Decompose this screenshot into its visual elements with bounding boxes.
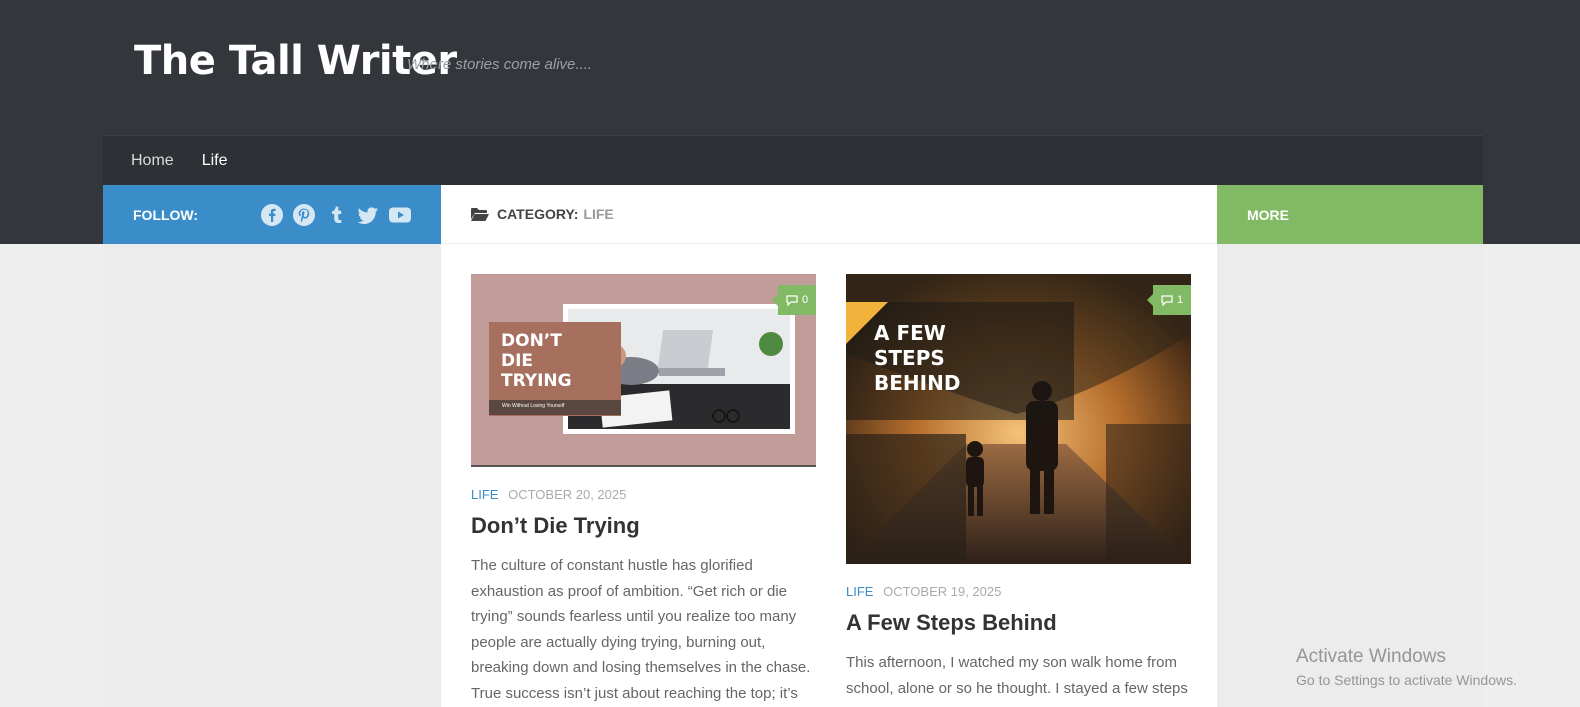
facebook-icon[interactable] xyxy=(260,203,284,227)
post-excerpt: The culture of constant hustle has glori… xyxy=(471,557,811,702)
image-headline: DON’T DIE TRYING xyxy=(501,331,572,391)
post-title-link[interactable]: A Few Steps Behind xyxy=(846,610,1191,636)
pinterest-icon[interactable] xyxy=(292,203,316,227)
image-headline-line: BEHIND xyxy=(874,371,961,395)
twitter-icon[interactable] xyxy=(356,203,380,227)
comment-count-badge[interactable]: 1 xyxy=(1147,285,1191,315)
post-date: OCTOBER 19, 2025 xyxy=(883,584,1002,599)
watermark-title: Activate Windows xyxy=(1296,646,1446,667)
post-category-link[interactable]: LIFE xyxy=(846,584,873,599)
category-prefix: CATEGORY: xyxy=(497,206,579,222)
post-excerpt: This afternoon, I watched my son walk ho… xyxy=(846,654,1188,697)
nav-item-home[interactable]: Home xyxy=(131,152,174,170)
image-headline-line: STEPS xyxy=(874,346,945,370)
right-sidebar-heading: MORE xyxy=(1217,185,1483,244)
post-category-link[interactable]: LIFE xyxy=(471,487,498,502)
post-card: DON’T DIE TRYING Win Without Losing Your… xyxy=(471,274,816,706)
watermark-subtitle: Go to Settings to activate Windows. xyxy=(1296,672,1517,688)
post-thumbnail[interactable]: A FEW STEPS BEHIND 1 xyxy=(846,274,1191,564)
site-tagline: Where stories come alive.... xyxy=(407,56,593,73)
follow-label: FOLLOW: xyxy=(133,206,199,223)
social-links xyxy=(260,203,412,227)
comment-count: 1 xyxy=(1176,294,1184,306)
comment-count: 0 xyxy=(801,294,809,306)
left-sidebar xyxy=(103,244,441,707)
comment-count-badge[interactable]: 0 xyxy=(772,285,816,315)
main-nav: Home Life xyxy=(103,135,1483,185)
post-title-link[interactable]: Don’t Die Trying xyxy=(471,513,816,539)
folder-open-icon xyxy=(471,208,489,221)
post-meta: LIFE OCTOBER 20, 2025 xyxy=(471,487,816,502)
category-header: CATEGORY: LIFE xyxy=(441,185,1217,244)
windows-activation-watermark: Activate Windows Go to Settings to activ… xyxy=(1296,646,1517,688)
follow-bar: FOLLOW: xyxy=(103,185,441,244)
image-headline-line: A FEW xyxy=(874,321,946,345)
post-image xyxy=(846,274,1191,564)
image-headline-line: TRYING xyxy=(501,371,572,391)
image-headline-line: DIE xyxy=(501,351,534,371)
tumblr-icon[interactable] xyxy=(324,203,348,227)
right-sidebar xyxy=(1217,244,1483,707)
image-headline-line: DON’T xyxy=(501,331,562,351)
youtube-icon[interactable] xyxy=(388,203,412,227)
post-thumbnail[interactable]: DON’T DIE TRYING Win Without Losing Your… xyxy=(471,274,816,467)
post-date: OCTOBER 20, 2025 xyxy=(508,487,627,502)
comments-icon xyxy=(1161,294,1173,306)
nav-item-life[interactable]: Life xyxy=(202,152,228,170)
post-meta: LIFE OCTOBER 19, 2025 xyxy=(846,584,1191,599)
category-name: LIFE xyxy=(583,206,614,222)
image-headline: A FEW STEPS BEHIND xyxy=(874,321,960,396)
post-card: A FEW STEPS BEHIND 1 LIFE OCTOBER 19, 20… xyxy=(846,274,1191,701)
main-content: CATEGORY: LIFE DON’T DIE TRYING Win With… xyxy=(441,185,1217,707)
comments-icon xyxy=(786,294,798,306)
image-subline: Win Without Losing Yourself xyxy=(502,403,565,409)
